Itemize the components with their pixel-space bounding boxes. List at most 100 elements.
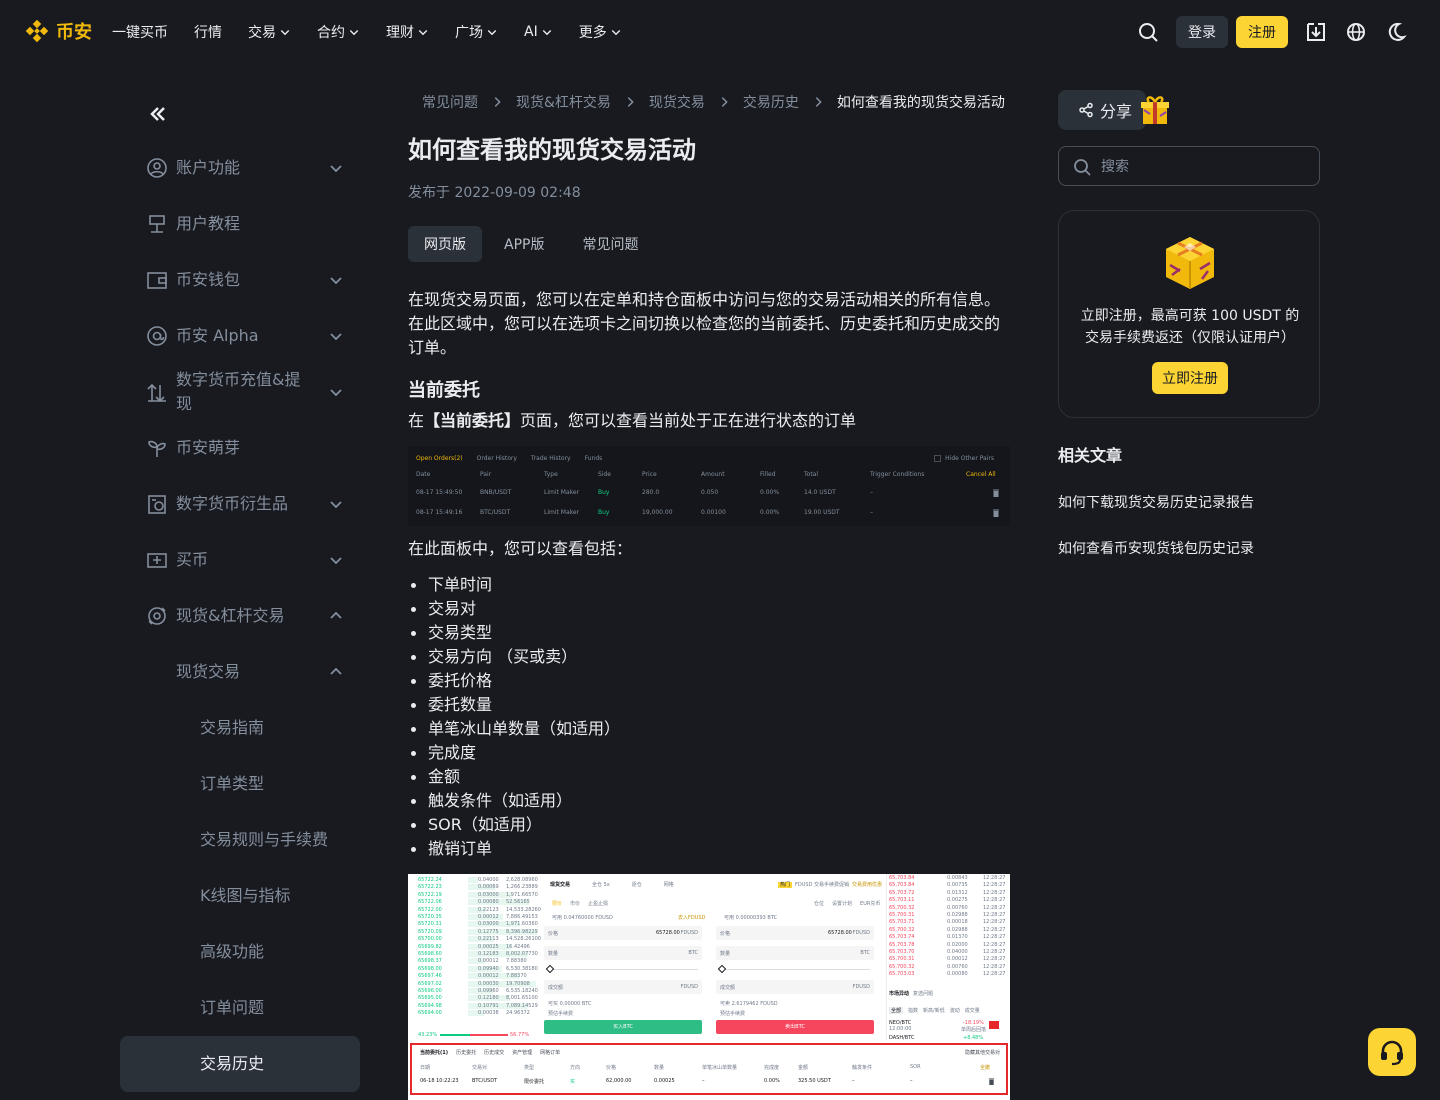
- trade-cell: 65,700.32: [889, 963, 915, 970]
- trade-cell: 0.00018: [947, 919, 968, 926]
- breadcrumb-item-0[interactable]: 常见问题: [422, 92, 478, 112]
- sidebar-item-2[interactable]: 币安钱包: [120, 252, 360, 308]
- sidebar-item-label: 现货&杠杆交易: [176, 606, 285, 625]
- sidebar-item-4[interactable]: 数字货币充值&提现: [120, 364, 360, 420]
- orderbook-cell: 8,002.07730: [506, 951, 538, 957]
- sidebar-leaf-0[interactable]: 交易指南: [120, 700, 360, 756]
- list-item: 交易类型: [408, 621, 1010, 645]
- sidebar-item-7[interactable]: 买币: [120, 532, 360, 588]
- chevron-up-icon: [330, 611, 342, 619]
- sidebar-leaf-1[interactable]: 订单类型: [120, 756, 360, 812]
- nav-item-6[interactable]: AI: [524, 24, 553, 40]
- buy-ratio: 43.23%: [418, 1032, 438, 1038]
- collapse-sidebar-button[interactable]: [146, 102, 170, 126]
- tab-2[interactable]: 常见问题: [566, 226, 654, 262]
- nav-item-7[interactable]: 更多: [579, 22, 622, 42]
- orderbook-cell: 0.10791: [478, 1002, 499, 1009]
- sidebar-item-3[interactable]: 币安 Alpha: [120, 308, 360, 364]
- open-orders-tab: 资产管理: [512, 1050, 533, 1056]
- table-cell: 0.050: [701, 489, 719, 496]
- field-list: 下单时间 交易对 交易类型 交易方向 （买或卖） 委托价格 委托数量 单笔冰山单数量（如适用…: [408, 573, 1010, 861]
- sidebar-leaf-5[interactable]: 订单问题: [120, 980, 360, 1036]
- breadcrumb-item-3[interactable]: 交易历史: [743, 92, 799, 112]
- tab-1[interactable]: APP版: [488, 226, 560, 262]
- sidebar-leaf-4[interactable]: 高级功能: [120, 924, 360, 980]
- nav-item-5[interactable]: 广场: [455, 22, 498, 42]
- orderbook-cell: 65699.82: [418, 943, 442, 950]
- theme-toggle[interactable]: [1376, 12, 1416, 52]
- search-button[interactable]: [1128, 12, 1168, 52]
- table-cell: 0.00025: [654, 1078, 675, 1084]
- chevron-down-icon: [330, 165, 342, 173]
- order-type-tab: 市价: [570, 901, 581, 907]
- trade-mode-tab: 网格: [663, 882, 674, 888]
- open-orders-header: 日期 交易对 类型 方向 价格 数量 单笔冰山单数量 完成度 金额 触发条件 SOR 全撤: [412, 1064, 1006, 1072]
- sidebar-item-8[interactable]: 现货&杠杆交易: [120, 588, 360, 644]
- sidebar-leaf-6[interactable]: 交易历史: [120, 1036, 360, 1092]
- nav-item-1[interactable]: 行情: [194, 22, 222, 42]
- breadcrumb-item-2[interactable]: 现货交易: [649, 92, 705, 112]
- share-button[interactable]: 分享: [1058, 90, 1146, 130]
- search-input[interactable]: [1099, 155, 1309, 179]
- trash-icon: [988, 1078, 995, 1085]
- promo-link: 交易费用优惠: [852, 882, 883, 888]
- sidebar-item-1[interactable]: 用户教程: [120, 196, 360, 252]
- field-value: 65728.00: [656, 930, 680, 936]
- promo-register-button[interactable]: 立即注册: [1152, 362, 1228, 394]
- order-type-tabs: 限价 市价 止盈止损: [552, 900, 608, 907]
- trade-row: 65,700.32 0.00760 12:28:27: [887, 905, 1010, 912]
- download-button[interactable]: [1296, 12, 1336, 52]
- language-button[interactable]: [1336, 12, 1376, 52]
- sidebar-item-6[interactable]: 数字货币衍生品: [120, 476, 360, 532]
- sidebar-leaf-2[interactable]: 交易规则与手续费: [120, 812, 360, 868]
- sidebar-item-5[interactable]: 币安萌芽: [120, 420, 360, 476]
- breadcrumb-separator-icon: [721, 97, 728, 107]
- market-movers-tab: 指数: [908, 1008, 919, 1014]
- table-cell: 0.00%: [760, 489, 780, 496]
- support-chat-button[interactable]: [1368, 1028, 1416, 1076]
- trade-cell: 65,703.11: [889, 897, 915, 904]
- list-item: SOR（如适用）: [408, 813, 1010, 837]
- search-field[interactable]: [1058, 146, 1320, 186]
- trade-field: 数量 BTC: [544, 946, 702, 960]
- panel-intro: 在此面板中，您可以查看包括：: [408, 539, 633, 558]
- orderbook-cell: 65696.00: [418, 988, 442, 994]
- field-unit: FDUSD: [680, 984, 698, 990]
- binance-logo[interactable]: 币安: [24, 18, 92, 44]
- nav-item-0[interactable]: 一键买币: [112, 22, 168, 42]
- related-article-link[interactable]: 如何查看币安现货钱包历史记录: [1058, 538, 1254, 558]
- sidebar-item-label: 用户教程: [176, 214, 241, 233]
- breadcrumb-item-1[interactable]: 现货&杠杆交易: [516, 92, 611, 112]
- trash-icon: [993, 509, 999, 517]
- nav-item-2[interactable]: 交易: [248, 22, 291, 42]
- brand-name: 币安: [56, 22, 92, 43]
- orderbook-cell: 65698.60: [418, 951, 442, 957]
- orderbook-cell: 0.12775: [478, 928, 499, 935]
- sidebar-item-0[interactable]: 账户功能: [120, 140, 360, 196]
- nav-item-label: 一键买币: [112, 25, 168, 41]
- tab-0[interactable]: 网页版: [408, 226, 482, 262]
- related-article-link[interactable]: 如何下载现货交易历史记录报告: [1058, 492, 1254, 512]
- nav-item-4[interactable]: 理财: [386, 22, 429, 42]
- sprout-icon: [148, 440, 166, 457]
- trade-cell: 12:28:27: [983, 875, 1006, 881]
- orderbook-cell: 2,628.08960: [506, 877, 538, 883]
- trade-cell: 0.00735: [947, 882, 968, 889]
- login-button[interactable]: 登录: [1176, 16, 1228, 48]
- sidebar-leaf-3[interactable]: K线图与指标: [120, 868, 360, 924]
- trade-cell: 12:28:27: [983, 882, 1006, 889]
- drop-badge: [989, 1021, 999, 1029]
- list-item: 委托价格: [408, 669, 1010, 693]
- orderbook-cell: 65722.06: [418, 899, 442, 906]
- section-text-bold: 【当前委托】: [424, 411, 521, 430]
- intro-paragraph: 在现货交易页面，您可以在定单和持仓面板中访问与您的交易活动相关的所有信息。在此区…: [408, 290, 1001, 357]
- trade-cell: 0.02988: [947, 912, 968, 918]
- breadcrumb-separator-icon: [627, 97, 634, 107]
- header-cell: 方向: [570, 1065, 581, 1071]
- register-button[interactable]: 注册: [1236, 16, 1288, 48]
- sidebar-subitem-spot[interactable]: 现货交易: [120, 644, 360, 700]
- orderbook-row: 65722.19 0.03000 1,971.66570: [408, 891, 540, 899]
- trade-cell: 12:28:27: [983, 963, 1006, 970]
- header-cell: Date: [416, 471, 431, 478]
- nav-item-3[interactable]: 合约: [317, 22, 360, 42]
